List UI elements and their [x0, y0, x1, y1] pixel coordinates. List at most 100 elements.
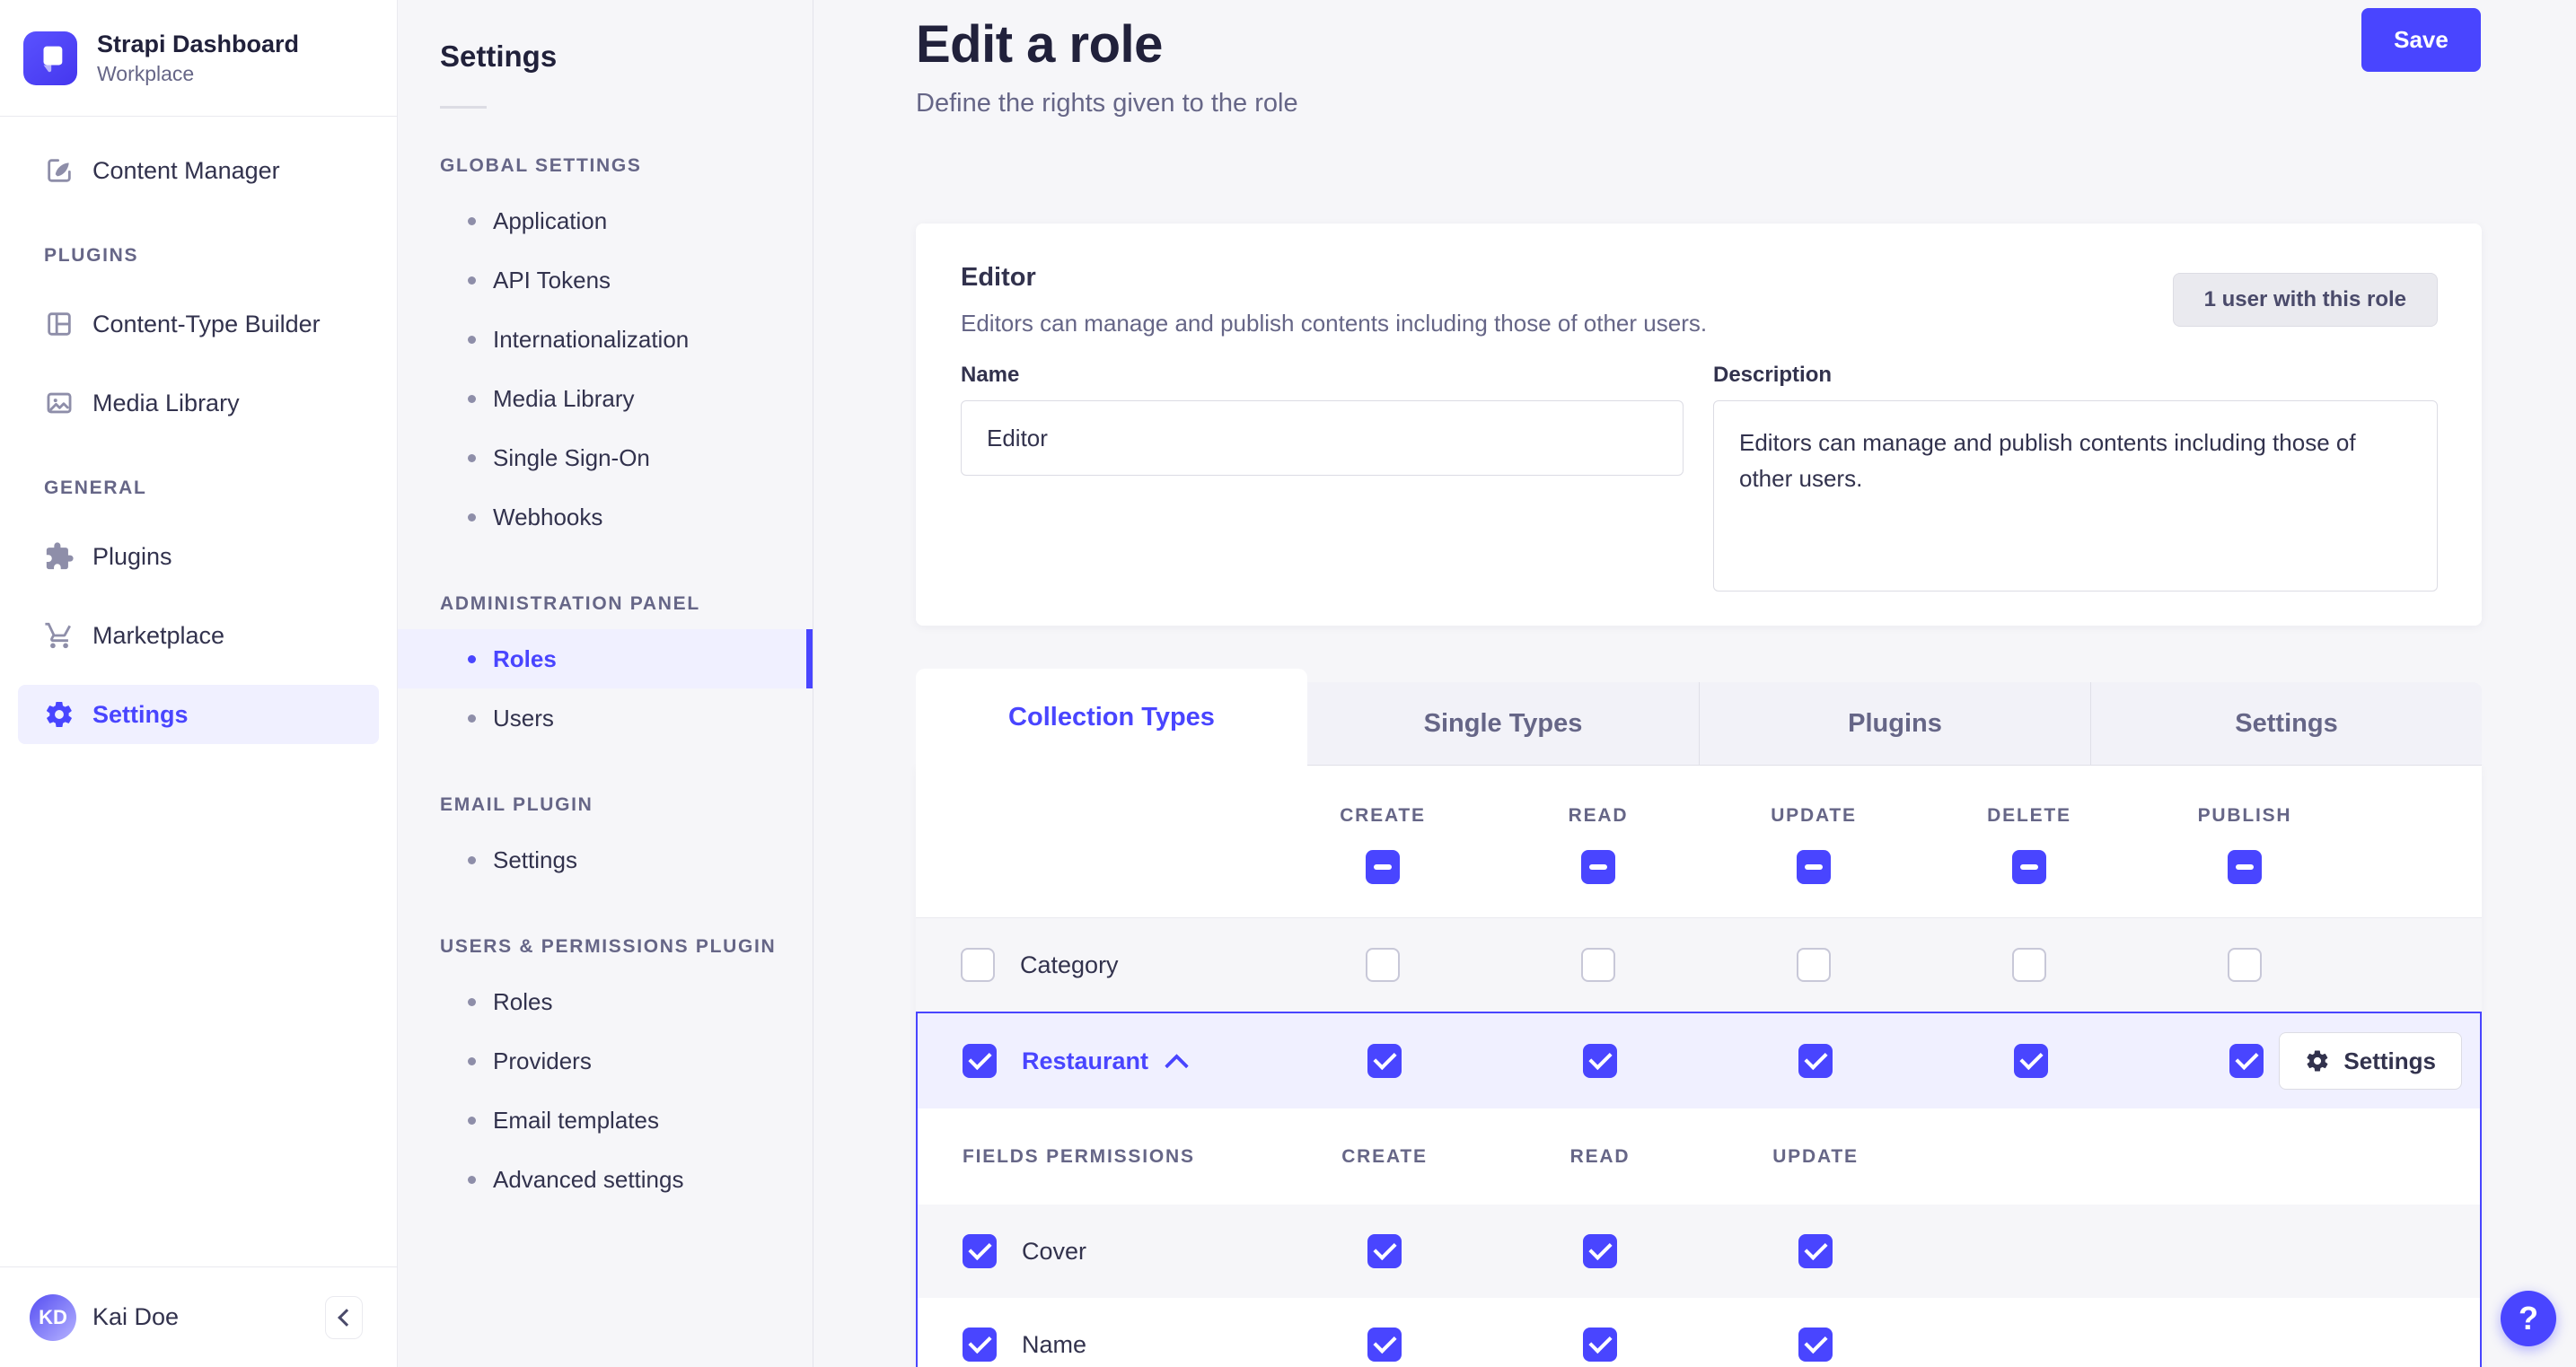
save-button[interactable]: Save — [2361, 8, 2481, 72]
fields-permissions-header: FIELDS PERMISSIONS CREATE READ UPDATE — [918, 1108, 2480, 1205]
subnav-item-label: Single Sign-On — [493, 443, 650, 471]
bullet-icon — [468, 276, 476, 285]
category-update-checkbox[interactable] — [1797, 948, 1831, 982]
category-create-checkbox[interactable] — [1366, 948, 1400, 982]
subnav-title: Settings — [440, 39, 558, 73]
help-button[interactable]: ? — [2501, 1291, 2556, 1346]
subnav-item-media-library[interactable]: Media Library — [398, 369, 813, 428]
sidebar-item-label: Marketplace — [92, 621, 225, 649]
restaurant-row-checkbox[interactable] — [963, 1044, 997, 1078]
subnav-item-single-sign-on[interactable]: Single Sign-On — [398, 428, 813, 487]
cover-read-checkbox[interactable] — [1583, 1234, 1617, 1268]
table-row-cover: Cover — [918, 1205, 2480, 1298]
subnav-section-administration-panel: ADMINISTRATION PANEL — [440, 593, 700, 614]
sidebar-item-media-library[interactable]: Media Library — [0, 364, 397, 443]
bullet-icon — [468, 335, 476, 344]
name-update-checkbox[interactable] — [1798, 1328, 1833, 1362]
subnav-item-email-templates[interactable]: Email templates — [398, 1091, 813, 1150]
select-all-update-checkbox[interactable] — [1797, 850, 1831, 884]
subnav-item-api-tokens[interactable]: API Tokens — [398, 250, 813, 310]
sidebar-item-settings[interactable]: Settings — [18, 685, 379, 744]
restaurant-settings-button[interactable]: Settings — [2279, 1032, 2462, 1090]
select-all-delete-checkbox[interactable] — [2012, 850, 2046, 884]
sidebar-item-plugins[interactable]: Plugins — [0, 517, 397, 596]
restaurant-update-checkbox[interactable] — [1798, 1044, 1833, 1078]
user-name: Kai Doe — [92, 1303, 180, 1330]
bullet-icon — [468, 654, 476, 663]
subnav-item-label: Application — [493, 206, 608, 234]
name-input[interactable] — [961, 400, 1684, 476]
bullet-icon — [468, 1116, 476, 1125]
tab-plugins[interactable]: Plugins — [1699, 682, 2090, 766]
fields-column-read: READ — [1569, 1145, 1631, 1167]
subnav-item-label: Settings — [493, 846, 577, 873]
select-all-publish-checkbox[interactable] — [2228, 850, 2262, 884]
subnav-item-providers[interactable]: Providers — [398, 1031, 813, 1091]
subnav-item-roles-admin[interactable]: Roles — [398, 629, 813, 688]
sidebar-item-label: Content Manager — [92, 156, 280, 184]
restaurant-publish-checkbox[interactable] — [2229, 1044, 2264, 1078]
users-with-role-badge[interactable]: 1 user with this role — [2172, 273, 2438, 327]
permissions-header-row: CREATE READ UPDATE DELETE PUBLISH — [916, 766, 2482, 918]
tab-single-types[interactable]: Single Types — [1307, 682, 1699, 766]
select-all-read-checkbox[interactable] — [1581, 850, 1615, 884]
role-form: Name Description Editors can manage and … — [961, 363, 2438, 596]
media-library-icon — [44, 388, 75, 418]
name-read-checkbox[interactable] — [1583, 1328, 1617, 1362]
subnav-item-application[interactable]: Application — [398, 191, 813, 250]
tab-settings[interactable]: Settings — [2090, 682, 2482, 766]
chevron-up-icon[interactable] — [1165, 1053, 1189, 1078]
sidebar-item-content-manager[interactable]: Content Manager — [0, 131, 397, 210]
subnav-item-label: Internationalization — [493, 325, 690, 353]
sidebar-item-marketplace[interactable]: Marketplace — [0, 596, 397, 675]
bullet-icon — [468, 1056, 476, 1065]
role-description-text: Editors can manage and publish contents … — [961, 310, 1708, 337]
page-subtitle: Define the rights given to the role — [916, 89, 1298, 118]
main-content: Edit a role Define the rights given to t… — [813, 0, 2576, 1367]
workspace-switcher[interactable]: Strapi Dashboard Workplace — [0, 0, 397, 117]
description-field-label: Description — [1713, 363, 1833, 387]
select-all-create-checkbox[interactable] — [1366, 850, 1400, 884]
subnav-item-webhooks[interactable]: Webhooks — [398, 487, 813, 547]
subnav-item-advanced-settings[interactable]: Advanced settings — [398, 1150, 813, 1209]
bullet-icon — [468, 714, 476, 723]
category-read-checkbox[interactable] — [1581, 948, 1615, 982]
sidebar-item-label: Settings — [92, 700, 189, 728]
cover-row-toggle[interactable]: Cover — [918, 1234, 1277, 1268]
category-delete-checkbox[interactable] — [2012, 948, 2046, 982]
sidebar-section-general: GENERAL — [44, 478, 147, 498]
restaurant-read-checkbox[interactable] — [1583, 1044, 1617, 1078]
restaurant-delete-checkbox[interactable] — [2014, 1044, 2048, 1078]
role-name-heading: Editor — [961, 263, 1036, 292]
subnav-item-internationalization[interactable]: Internationalization — [398, 310, 813, 369]
bullet-icon — [468, 453, 476, 462]
category-publish-checkbox[interactable] — [2228, 948, 2262, 982]
name-create-checkbox[interactable] — [1367, 1328, 1402, 1362]
cover-update-checkbox[interactable] — [1798, 1234, 1833, 1268]
category-row-toggle[interactable]: Category — [916, 948, 1275, 982]
subnav-item-label: Providers — [493, 1047, 592, 1074]
restaurant-create-checkbox[interactable] — [1367, 1044, 1402, 1078]
name-row-toggle[interactable]: Name — [918, 1328, 1277, 1362]
bullet-icon — [468, 997, 476, 1006]
subnav-item-email-settings[interactable]: Settings — [398, 830, 813, 889]
tab-collection-types[interactable]: Collection Types — [916, 669, 1307, 766]
strapi-admin-app: Strapi Dashboard Workplace Content Manag… — [0, 0, 2576, 1367]
subnav-item-users[interactable]: Users — [398, 688, 813, 748]
restaurant-row-toggle[interactable]: Restaurant — [918, 1044, 1277, 1078]
category-row-checkbox[interactable] — [961, 948, 995, 982]
settings-button-label: Settings — [2343, 1047, 2436, 1074]
table-row-category: Category — [916, 918, 2482, 1012]
sidebar-item-content-type-builder[interactable]: Content-Type Builder — [0, 285, 397, 364]
row-label: Restaurant — [1022, 1047, 1149, 1074]
avatar[interactable]: KD — [30, 1293, 76, 1341]
bullet-icon — [468, 513, 476, 521]
subnav-section-email-plugin: EMAIL PLUGIN — [440, 794, 593, 815]
description-textarea[interactable]: Editors can manage and publish contents … — [1713, 400, 2438, 591]
cover-row-checkbox[interactable] — [963, 1234, 997, 1268]
name-row-checkbox[interactable] — [963, 1328, 997, 1362]
subnav-item-roles-up[interactable]: Roles — [398, 972, 813, 1031]
collapse-sidebar-button[interactable] — [325, 1295, 363, 1339]
bullet-icon — [468, 1175, 476, 1184]
cover-create-checkbox[interactable] — [1367, 1234, 1402, 1268]
